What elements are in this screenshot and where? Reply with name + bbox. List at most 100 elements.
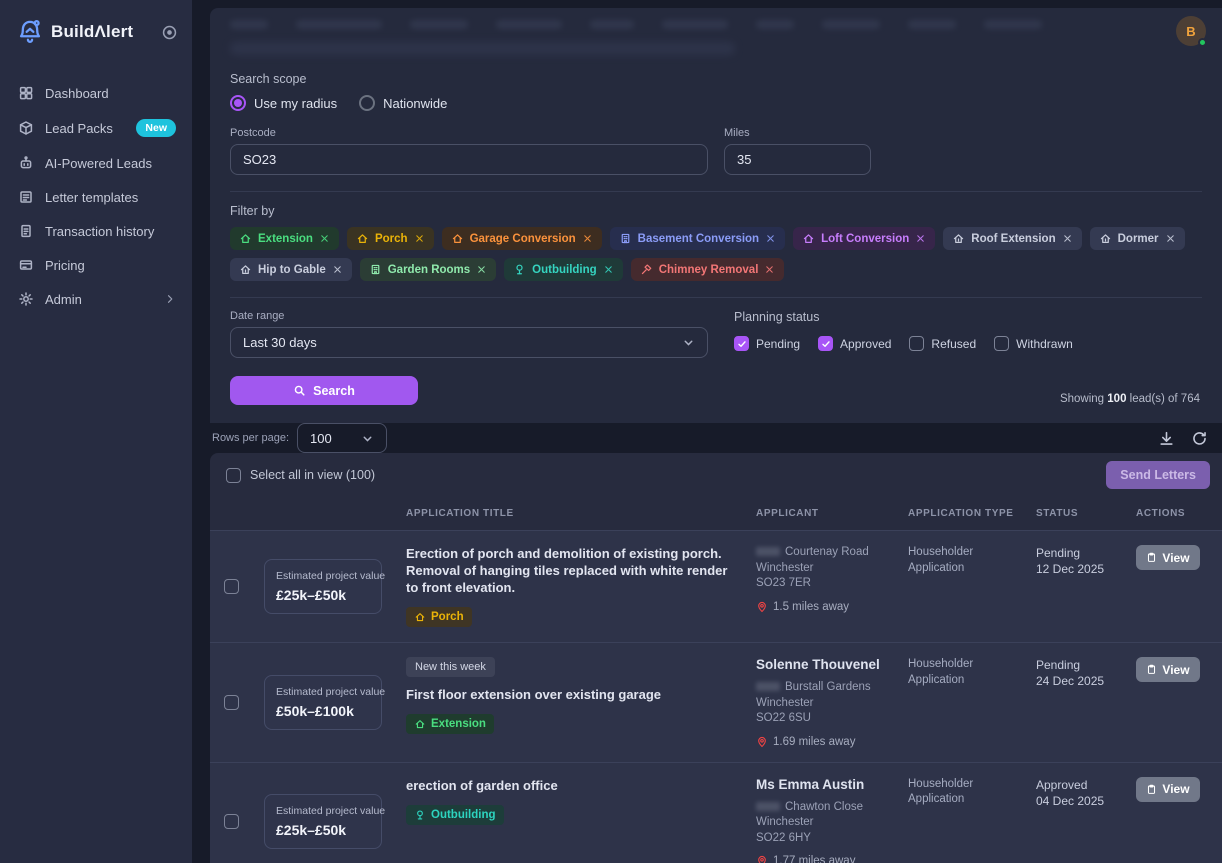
- application-type-tag-outbuilding: Outbuilding: [406, 805, 504, 825]
- view-button[interactable]: View: [1136, 657, 1200, 682]
- filter-chip-basement-conversion[interactable]: Basement Conversion: [610, 227, 785, 250]
- miles-input[interactable]: [724, 144, 871, 175]
- application-type-tag-porch: Porch: [406, 607, 472, 627]
- planning-status-refused[interactable]: Refused: [909, 336, 976, 351]
- remove-filter-icon[interactable]: [915, 233, 926, 244]
- application-title: First floor extension over existing gara…: [406, 686, 736, 703]
- postcode-input[interactable]: [230, 144, 708, 175]
- letter-template-icon: [18, 189, 34, 205]
- status-label: Pending: [1036, 545, 1136, 561]
- filter-chip-label: Loft Conversion: [821, 233, 909, 245]
- radio-selected-icon: [230, 95, 246, 111]
- robot-icon: [18, 155, 34, 171]
- planning-status-label-text: Approved: [840, 337, 891, 351]
- filter-chip-porch[interactable]: Porch: [347, 227, 434, 250]
- divider: [230, 191, 1202, 192]
- user-avatar[interactable]: B: [1176, 16, 1206, 46]
- row-checkbox[interactable]: [224, 695, 239, 710]
- filter-chip-roof-extension[interactable]: Roof Extension: [943, 227, 1081, 250]
- sidebar-item-dashboard[interactable]: Dashboard: [0, 76, 192, 110]
- tag-label: Extension: [431, 718, 486, 730]
- view-button[interactable]: View: [1136, 777, 1200, 802]
- row-checkbox[interactable]: [224, 579, 239, 594]
- planning-status-withdrawn[interactable]: Withdrawn: [994, 336, 1073, 351]
- select-all-label: Select all in view (100): [250, 468, 1106, 482]
- sidebar-item-lead-packs[interactable]: Lead PacksNew: [0, 110, 192, 146]
- estimated-value-label: Estimated project value: [276, 686, 370, 698]
- view-button[interactable]: View: [1136, 545, 1200, 570]
- remove-filter-icon[interactable]: [582, 233, 593, 244]
- status-date: 12 Dec 2025: [1036, 561, 1136, 577]
- filter-chip-chimney-removal[interactable]: Chimney Removal: [631, 258, 785, 281]
- refresh-icon[interactable]: [1191, 430, 1208, 447]
- planning-status-pending[interactable]: Pending: [734, 336, 800, 351]
- remove-filter-icon[interactable]: [414, 233, 425, 244]
- select-all-row: Select all in view (100) Send Letters: [210, 453, 1222, 497]
- remove-filter-icon[interactable]: [1165, 233, 1176, 244]
- search-scope-label: Search scope: [230, 72, 1202, 86]
- new-this-week-badge: New this week: [406, 657, 495, 677]
- planning-status-label: Planning status: [734, 310, 1073, 324]
- planning-status-approved[interactable]: Approved: [818, 336, 891, 351]
- rows-per-page-select[interactable]: 100: [297, 423, 387, 453]
- search-icon: [293, 384, 306, 397]
- tag-label: Outbuilding: [431, 809, 496, 821]
- sidebar: BuildΛlert DashboardLead PacksNew AI-Powe…: [0, 0, 192, 863]
- search-panel: B Search scope Use my radius Nationwide: [210, 8, 1222, 423]
- column-header-application-title: APPLICATION TITLE: [406, 508, 756, 519]
- applicant-address-line: SO22 6SU: [756, 711, 908, 727]
- online-status-dot: [1198, 38, 1207, 47]
- distance-text: 1.69 miles away: [773, 736, 855, 748]
- download-icon[interactable]: [1158, 430, 1175, 447]
- filter-chip-label: Hip to Gable: [258, 264, 326, 276]
- filter-chip-hip-to-gable[interactable]: Hip to Gable: [230, 258, 352, 281]
- remove-filter-icon[interactable]: [765, 233, 776, 244]
- app-title: BuildΛlert: [51, 22, 161, 42]
- filter-chip-outbuilding[interactable]: Outbuilding: [504, 258, 623, 281]
- applicant-name: Ms Emma Austin: [756, 777, 908, 792]
- sidebar-nav: DashboardLead PacksNew AI-Powered Leads Le…: [0, 76, 192, 316]
- estimated-value: £25k–£50k: [276, 822, 370, 838]
- row-checkbox[interactable]: [224, 814, 239, 829]
- search-button[interactable]: Search: [230, 376, 418, 405]
- sidebar-item-admin[interactable]: Admin: [0, 282, 192, 316]
- send-letters-button[interactable]: Send Letters: [1106, 461, 1210, 489]
- remove-filter-icon[interactable]: [1062, 233, 1073, 244]
- applicant-address-line: Winchester: [756, 815, 908, 831]
- remove-filter-icon[interactable]: [603, 264, 614, 275]
- sidebar-item-label: Pricing: [45, 258, 176, 273]
- column-header-applicant: APPLICANT: [756, 508, 908, 519]
- filter-chip-dormer[interactable]: Dormer: [1090, 227, 1185, 250]
- filter-chip-garden-rooms[interactable]: Garden Rooms: [360, 258, 496, 281]
- column-header-status: STATUS: [1036, 508, 1136, 519]
- sidebar-item-ai-powered-leads[interactable]: AI-Powered Leads: [0, 146, 192, 180]
- radio-use-my-radius[interactable]: Use my radius: [230, 95, 337, 111]
- house-icon: [451, 232, 464, 245]
- select-all-checkbox[interactable]: [226, 468, 241, 483]
- sidebar-item-label: AI-Powered Leads: [45, 156, 176, 171]
- status-date: 04 Dec 2025: [1036, 793, 1136, 809]
- sidebar-item-transaction-history[interactable]: Transaction history: [0, 214, 192, 248]
- sidebar-item-letter-templates[interactable]: Letter templates: [0, 180, 192, 214]
- new-badge: New: [136, 119, 176, 137]
- filter-chip-garage-conversion[interactable]: Garage Conversion: [442, 227, 602, 250]
- gear-icon: [18, 291, 34, 307]
- remove-filter-icon[interactable]: [319, 233, 330, 244]
- sidebar-item-pricing[interactable]: Pricing: [0, 248, 192, 282]
- radio-nationwide[interactable]: Nationwide: [359, 95, 447, 111]
- remove-filter-icon[interactable]: [764, 264, 775, 275]
- results-count: Showing 100 lead(s) of 764: [1060, 393, 1202, 405]
- pricing-icon: [18, 257, 34, 273]
- estimated-value-label: Estimated project value: [276, 805, 370, 817]
- table-row: Estimated project value£25k–£50kErection…: [210, 530, 1222, 642]
- application-type: Householder: [908, 545, 1036, 561]
- buildalert-logo-icon: [16, 18, 44, 46]
- filter-chip-extension[interactable]: Extension: [230, 227, 339, 250]
- house-up-icon: [952, 232, 965, 245]
- date-range-select[interactable]: Last 30 days: [230, 327, 708, 358]
- sidebar-collapse-icon[interactable]: [161, 24, 178, 41]
- filter-chip-loft-conversion[interactable]: Loft Conversion: [793, 227, 935, 250]
- remove-filter-icon[interactable]: [332, 264, 343, 275]
- application-type: Application: [908, 561, 1036, 577]
- remove-filter-icon[interactable]: [476, 264, 487, 275]
